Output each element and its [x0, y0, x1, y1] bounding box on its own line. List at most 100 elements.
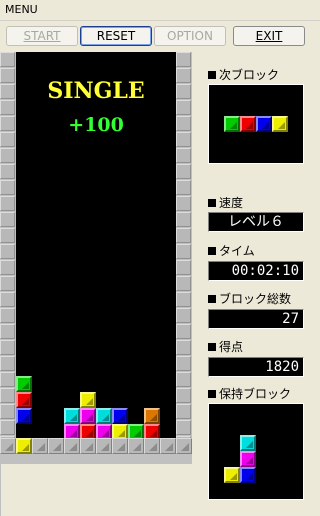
right-wall	[176, 52, 192, 456]
hold-block-preview	[208, 403, 304, 500]
hold-piece-block	[224, 467, 240, 483]
score-bonus-message: +100	[68, 114, 124, 136]
wall-cell	[0, 68, 15, 83]
wall-cell	[176, 228, 191, 243]
wall-cell	[0, 212, 15, 227]
wall-cell	[176, 404, 191, 419]
wall-cell	[0, 276, 15, 291]
wall-cell	[0, 420, 15, 435]
floor-cell	[96, 438, 112, 454]
speed-value: レベル６	[208, 212, 304, 232]
wall-cell	[0, 196, 15, 211]
board-block	[80, 408, 96, 424]
exit-button[interactable]: EXIT	[233, 26, 305, 46]
speed-label: 速度	[208, 194, 243, 211]
option-button[interactable]: OPTION	[154, 26, 226, 46]
board-block	[16, 438, 32, 454]
floor-cell	[48, 438, 64, 454]
wall-cell	[176, 292, 191, 307]
wall-cell	[176, 244, 191, 259]
start-button[interactable]: START	[6, 26, 78, 46]
wall-cell	[176, 212, 191, 227]
board-block	[112, 408, 128, 424]
board-block	[80, 392, 96, 408]
wall-cell	[0, 356, 15, 371]
wall-cell	[0, 132, 15, 147]
next-piece-block	[256, 116, 272, 132]
board-block	[16, 376, 32, 392]
next-block-preview	[208, 84, 304, 164]
next-piece-block	[224, 116, 240, 132]
next-piece-block	[272, 116, 288, 132]
board-block	[96, 408, 112, 424]
wall-cell	[176, 260, 191, 275]
wall-cell	[176, 324, 191, 339]
wall-cell	[0, 340, 15, 355]
menu-bar: MENU	[0, 0, 320, 21]
wall-cell	[176, 356, 191, 371]
wall-cell	[0, 244, 15, 259]
block-count-label: ブロック総数	[208, 290, 291, 307]
board-block	[64, 408, 80, 424]
wall-cell	[0, 148, 15, 163]
hold-piece-block	[240, 451, 256, 467]
wall-cell	[176, 116, 191, 131]
wall-cell	[176, 84, 191, 99]
wall-cell	[176, 180, 191, 195]
toolbar: START RESET OPTION EXIT	[0, 24, 320, 48]
board-block	[16, 408, 32, 424]
floor-cell	[112, 438, 128, 454]
reset-button[interactable]: RESET	[80, 26, 152, 46]
wall-cell	[176, 132, 191, 147]
wall-cell	[0, 388, 15, 403]
menu-item[interactable]: MENU	[0, 3, 38, 16]
playfield: SINGLE +100	[0, 52, 192, 464]
time-value: 00:02:10	[208, 261, 304, 281]
score-value: 1820	[208, 357, 304, 377]
wall-cell	[0, 228, 15, 243]
wall-cell	[176, 276, 191, 291]
floor-cell	[64, 438, 80, 454]
wall-cell	[0, 308, 15, 323]
hold-block-label: 保持ブロック	[208, 385, 291, 402]
wall-cell	[0, 52, 15, 67]
wall-cell	[0, 84, 15, 99]
floor-cell	[80, 438, 96, 454]
next-piece-block	[240, 116, 256, 132]
score-label: 得点	[208, 338, 243, 355]
well	[16, 52, 176, 440]
hold-piece-block	[240, 435, 256, 451]
floor-block	[16, 438, 32, 454]
wall-cell	[0, 180, 15, 195]
next-block-label: 次ブロック	[208, 66, 279, 83]
board-block	[144, 408, 160, 424]
wall-cell	[176, 164, 191, 179]
floor-cell	[128, 438, 144, 454]
wall-cell	[0, 100, 15, 115]
block-count-value: 27	[208, 309, 304, 329]
wall-cell	[176, 308, 191, 323]
wall-cell	[0, 372, 15, 387]
wall-cell	[176, 100, 191, 115]
wall-cell	[176, 372, 191, 387]
wall-cell	[0, 116, 15, 131]
wall-cell	[176, 340, 191, 355]
board-block	[16, 392, 32, 408]
time-label: タイム	[208, 242, 255, 259]
wall-cell	[0, 164, 15, 179]
hold-piece-block	[240, 467, 256, 483]
wall-cell	[176, 148, 191, 163]
floor-cell	[144, 438, 160, 454]
wall-cell	[176, 420, 191, 435]
wall-cell	[176, 196, 191, 211]
floor-cell	[160, 438, 176, 454]
wall-cell	[0, 324, 15, 339]
status-area	[0, 464, 191, 516]
floor-cell	[0, 438, 16, 454]
wall-cell	[176, 68, 191, 83]
wall-cell	[0, 404, 15, 419]
wall-cell	[0, 260, 15, 275]
floor-cell	[176, 438, 192, 454]
wall-cell	[0, 292, 15, 307]
left-wall	[0, 52, 16, 456]
